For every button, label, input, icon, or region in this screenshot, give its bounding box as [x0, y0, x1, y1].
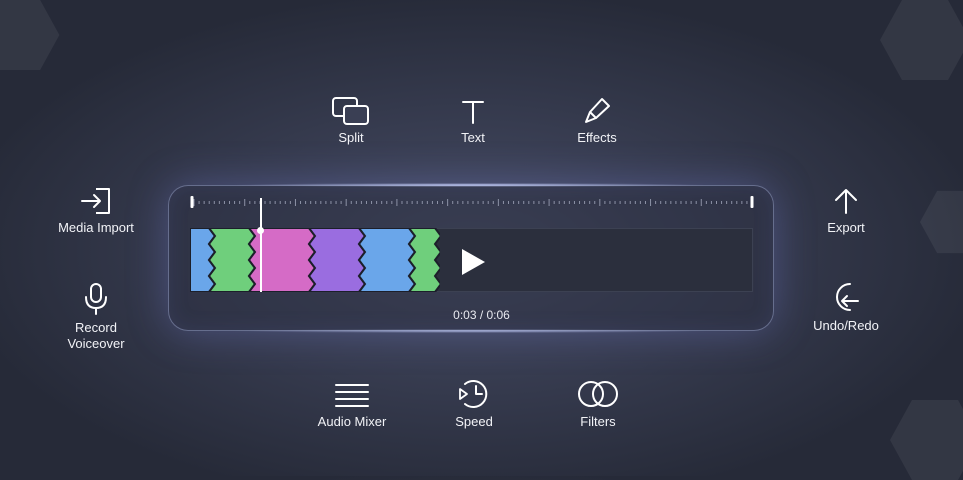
audio-mixer-tool[interactable]: Audio Mixer [310, 380, 394, 430]
filters-circles-icon [578, 381, 618, 407]
effects-tool[interactable]: Effects [566, 96, 628, 146]
export-label: Export [827, 220, 865, 235]
media-import-tool[interactable]: Media Import [48, 186, 144, 236]
split-tool[interactable]: Split [320, 96, 382, 146]
filters-tool[interactable]: Filters [568, 378, 628, 430]
brush-icon [585, 98, 610, 123]
speed-clock-icon [459, 380, 488, 408]
panel-glow [230, 329, 710, 333]
record-voiceover-label: Record Voiceover [67, 320, 125, 351]
playhead[interactable] [259, 198, 262, 292]
effects-label: Effects [577, 130, 617, 145]
background-hexagon [890, 400, 963, 480]
background-hexagon [0, 0, 60, 70]
background-hexagon [920, 190, 963, 254]
video-clip[interactable] [407, 228, 440, 292]
text-tool[interactable]: Text [442, 96, 504, 146]
timeline-ruler [190, 196, 754, 208]
video-clip[interactable] [357, 228, 417, 292]
import-icon [81, 188, 110, 214]
text-label: Text [461, 130, 485, 145]
ruler-end-marker [190, 196, 194, 208]
ruler-end-marker [750, 196, 754, 208]
panel-glow [230, 183, 710, 187]
play-button[interactable] [460, 248, 486, 276]
speed-tool[interactable]: Speed [444, 378, 504, 430]
equalizer-lines-icon [335, 384, 369, 407]
clip-strip [190, 228, 440, 292]
undo-redo-tool[interactable]: Undo/Redo [806, 280, 886, 334]
text-icon [462, 101, 484, 124]
filters-label: Filters [580, 414, 616, 429]
background-hexagon [880, 0, 963, 80]
media-import-label: Media Import [58, 220, 134, 235]
audio-mixer-label: Audio Mixer [317, 414, 387, 429]
split-icon [332, 97, 369, 125]
speed-label: Speed [455, 414, 493, 429]
arrow-up-icon [835, 189, 857, 214]
time-display: 0:03 / 0:06 [453, 308, 510, 322]
split-label: Split [338, 130, 364, 145]
export-tool[interactable]: Export [814, 186, 878, 236]
video-clip[interactable] [307, 228, 367, 292]
